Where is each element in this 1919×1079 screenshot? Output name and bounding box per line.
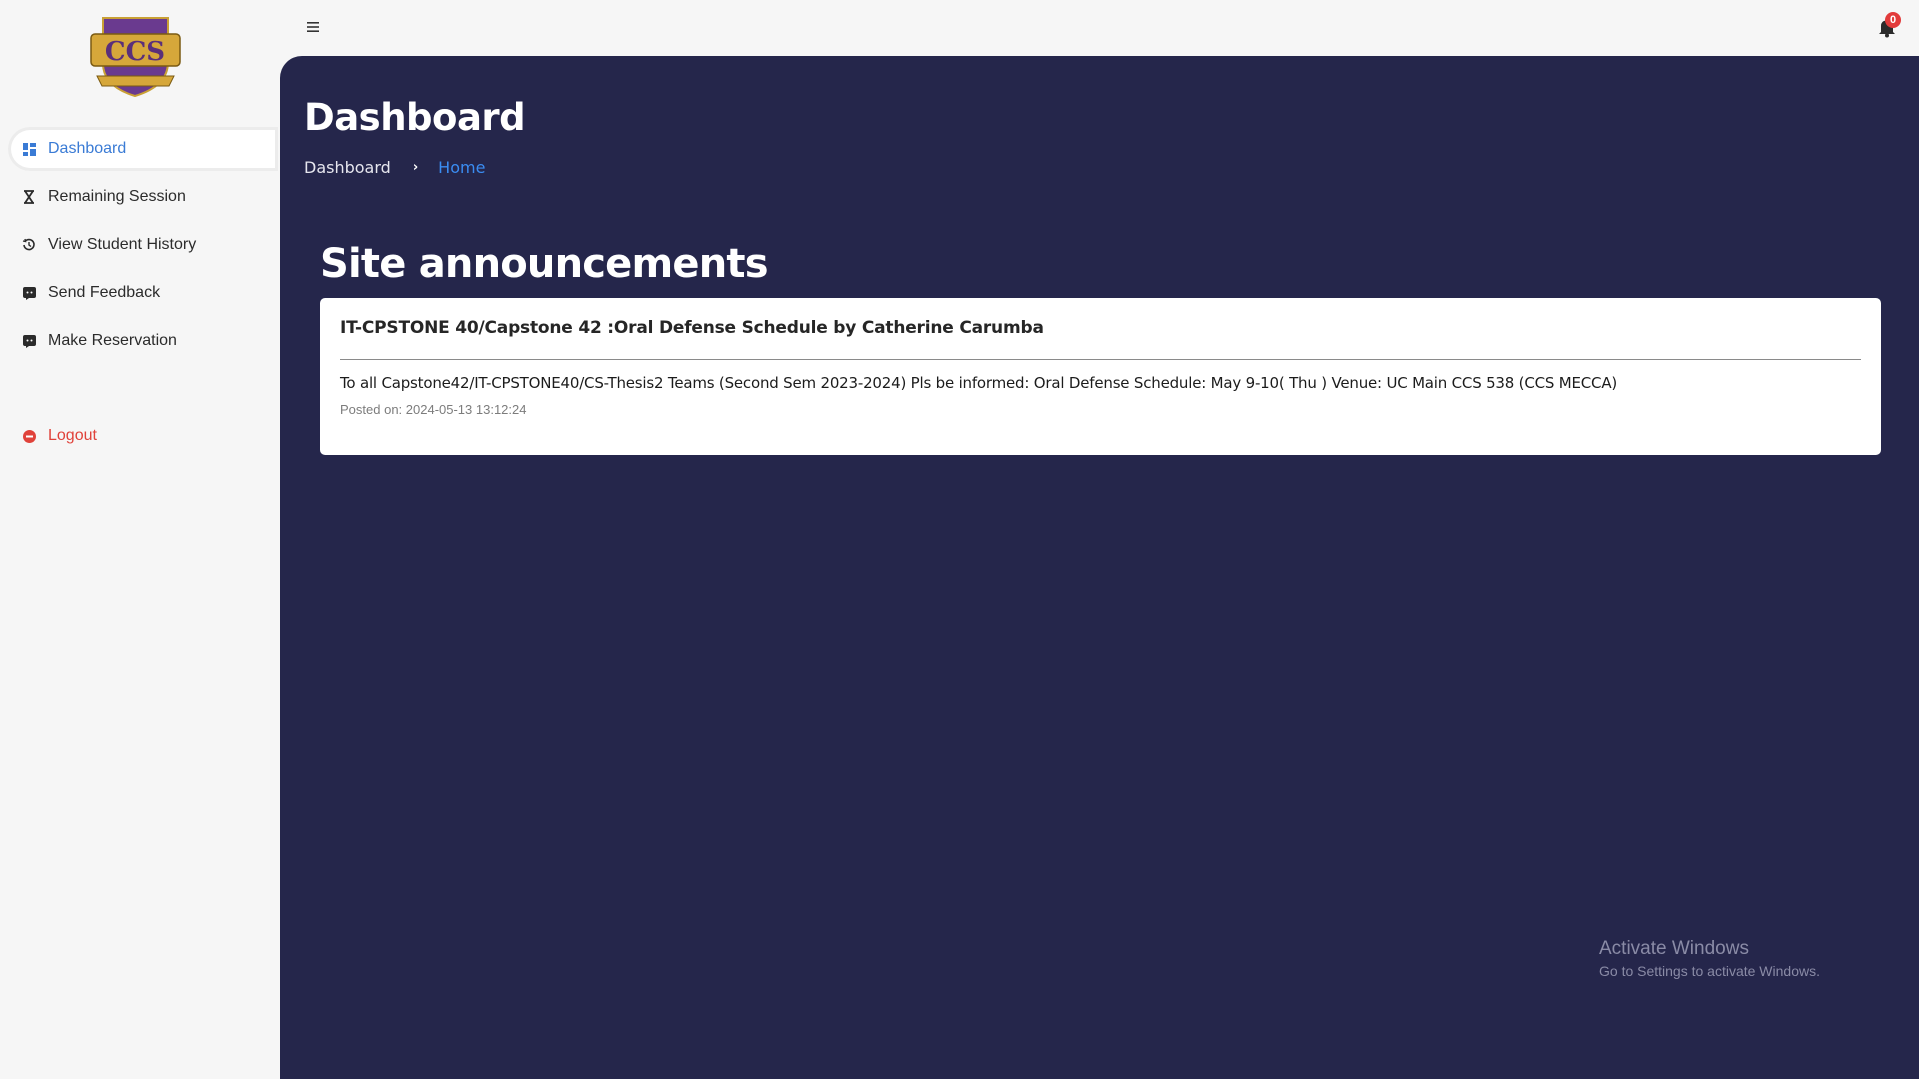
sidebar-item-label: Dashboard — [48, 140, 127, 157]
sidebar-item-send-feedback[interactable]: Send Feedback — [8, 271, 278, 315]
announcement-timestamp: Posted on: 2024-05-13 13:12:24 — [340, 402, 527, 417]
divider — [340, 359, 1861, 360]
sidebar: CCS Dashboard Remaining Session View Stu… — [0, 0, 280, 1079]
sidebar-item-label: Make Reservation — [48, 332, 177, 349]
breadcrumb: Dashboard › Home — [304, 158, 485, 177]
sidebar-item-dashboard[interactable]: Dashboard — [8, 127, 278, 171]
breadcrumb-dashboard[interactable]: Dashboard — [304, 158, 391, 177]
announcement-card: IT-CPSTONE 40/Capstone 42 :Oral Defense … — [320, 298, 1881, 455]
main-content: Dashboard Dashboard › Home Site announce… — [280, 56, 1919, 1079]
chevron-right-icon: › — [412, 160, 419, 175]
sidebar-item-label: Remaining Session — [48, 188, 186, 205]
logout-icon — [22, 429, 36, 443]
section-title: Site announcements — [320, 241, 769, 287]
windows-activation-watermark: Activate Windows Go to Settings to activ… — [1599, 938, 1820, 979]
announcement-title: IT-CPSTONE 40/Capstone 42 :Oral Defense … — [340, 318, 1044, 338]
hamburger-menu-icon[interactable] — [304, 18, 322, 36]
feedback-icon — [22, 286, 36, 300]
ccs-logo[interactable]: CCS — [89, 10, 182, 100]
logout-button[interactable]: Logout — [8, 414, 278, 458]
history-icon — [22, 238, 36, 252]
hourglass-icon — [22, 190, 36, 204]
sidebar-item-label: View Student History — [48, 236, 197, 253]
watermark-title: Activate Windows — [1599, 938, 1749, 959]
announcement-body: To all Capstone42/IT-CPSTONE40/CS-Thesis… — [340, 374, 1618, 392]
sidebar-item-label: Send Feedback — [48, 284, 161, 301]
svg-text:CCS: CCS — [105, 37, 165, 67]
sidebar-item-make-reservation[interactable]: Make Reservation — [8, 319, 278, 363]
sidebar-item-remaining-session[interactable]: Remaining Session — [8, 175, 278, 219]
dashboard-grid-icon — [22, 142, 36, 156]
sidebar-item-view-student-history[interactable]: View Student History — [8, 223, 278, 267]
notification-count-badge: 0 — [1885, 12, 1901, 28]
breadcrumb-home[interactable]: Home — [438, 158, 485, 177]
reservation-icon — [22, 334, 36, 348]
logout-label: Logout — [48, 427, 97, 444]
page-title: Dashboard — [304, 96, 526, 139]
watermark-subtitle: Go to Settings to activate Windows. — [1599, 963, 1820, 979]
